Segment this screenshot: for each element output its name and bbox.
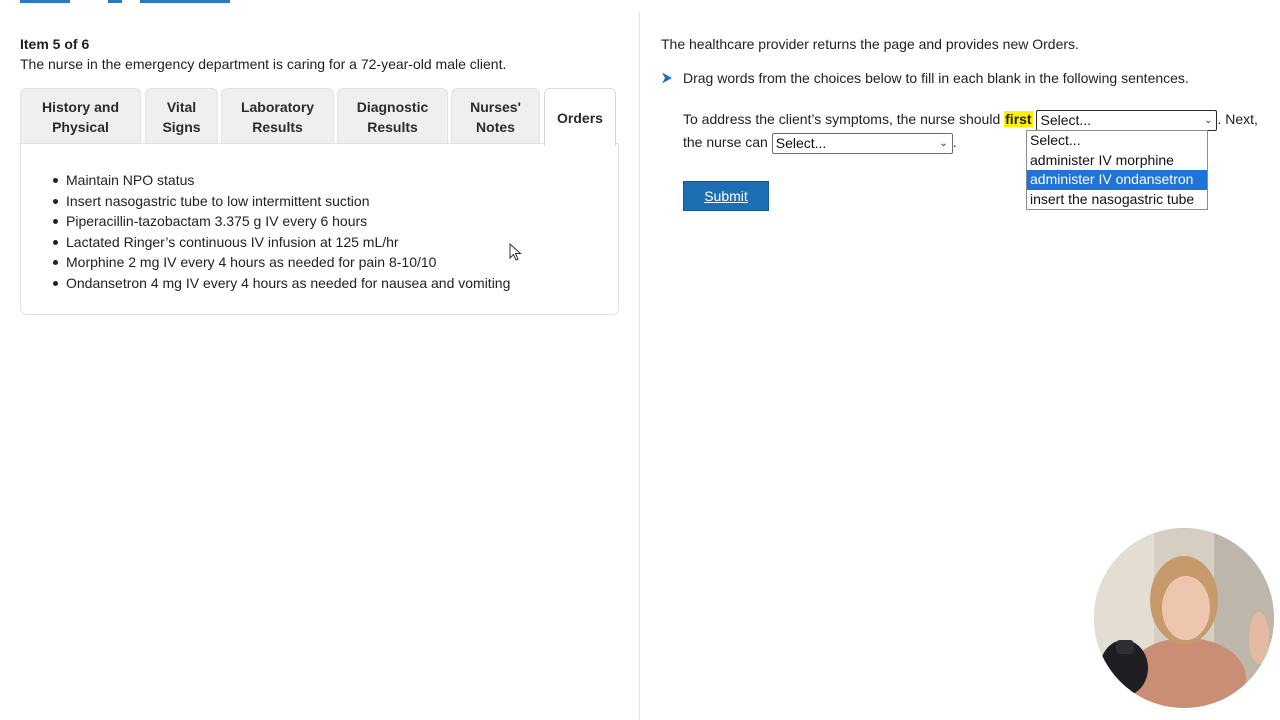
tab-vital-signs[interactable]: Vital Signs: [145, 88, 218, 144]
question-pane: The healthcare provider returns the page…: [661, 36, 1261, 154]
pane-divider: [639, 12, 640, 720]
sentence-text: .: [952, 134, 957, 150]
tab-history-and-physical[interactable]: History and Physical: [20, 88, 141, 144]
instruction-text: Drag words from the choices below to fil…: [683, 70, 1189, 86]
list-item: Lactated Ringer’s continuous IV infusion…: [53, 232, 618, 253]
dropdown-option[interactable]: administer IV morphine: [1027, 151, 1207, 171]
first-action-select[interactable]: Select... ⌄: [1036, 109, 1218, 131]
question-instruction: Drag words from the choices below to fil…: [661, 70, 1189, 86]
mouse-pointer-icon: [509, 243, 522, 261]
case-tabs: History and Physical Vital Signs Laborat…: [20, 88, 620, 146]
orders-list: Maintain NPO status Insert nasogastric t…: [21, 144, 618, 294]
case-pane: Item 5 of 6 The nurse in the emergency d…: [20, 36, 620, 315]
list-item: Piperacillin-tazobactam 3.375 g IV every…: [53, 211, 618, 232]
chevron-down-icon: ⌄: [1204, 114, 1213, 126]
second-action-select[interactable]: Select... ⌄: [771, 132, 953, 154]
submit-label: Submit: [704, 188, 748, 204]
select-value: Select...: [775, 134, 827, 151]
question-intro: The healthcare provider returns the page…: [661, 36, 1079, 52]
chevron-right-icon: [662, 72, 672, 84]
top-progress-strip: [0, 0, 640, 4]
select-dropdown-list[interactable]: Select... administer IV morphine adminis…: [1026, 130, 1208, 211]
item-counter: Item 5 of 6: [20, 36, 90, 52]
chevron-down-icon: ⌄: [939, 137, 948, 149]
case-stem: The nurse in the emergency department is…: [20, 56, 507, 72]
dropdown-option-highlighted[interactable]: administer IV ondansetron: [1027, 170, 1207, 190]
tab-laboratory-results[interactable]: Laboratory Results: [221, 88, 334, 144]
sentence-text: . Next,: [1217, 111, 1258, 127]
dropdown-option[interactable]: insert the nasogastric tube: [1027, 190, 1207, 210]
list-item: Morphine 2 mg IV every 4 hours as needed…: [53, 252, 618, 273]
presenter-image: [1094, 528, 1274, 708]
tab-diagnostic-results[interactable]: Diagnostic Results: [337, 88, 448, 144]
webcam-video: [1094, 528, 1274, 708]
select-value: Select...: [1040, 111, 1092, 128]
highlighted-word: first: [1004, 111, 1033, 127]
orders-panel: Maintain NPO status Insert nasogastric t…: [20, 143, 619, 315]
list-item: Maintain NPO status: [53, 170, 618, 191]
list-item: Insert nasogastric tube to low intermitt…: [53, 191, 618, 212]
tab-orders[interactable]: Orders: [544, 88, 616, 146]
submit-button[interactable]: Submit: [683, 181, 769, 211]
sentence-text: the nurse can: [683, 134, 768, 150]
list-item: Ondansetron 4 mg IV every 4 hours as nee…: [53, 273, 618, 294]
tab-nurses-notes[interactable]: Nurses' Notes: [451, 88, 540, 144]
dropdown-option[interactable]: Select...: [1027, 131, 1207, 151]
sentence-text: To address the client’s symptoms, the nu…: [683, 111, 1001, 127]
